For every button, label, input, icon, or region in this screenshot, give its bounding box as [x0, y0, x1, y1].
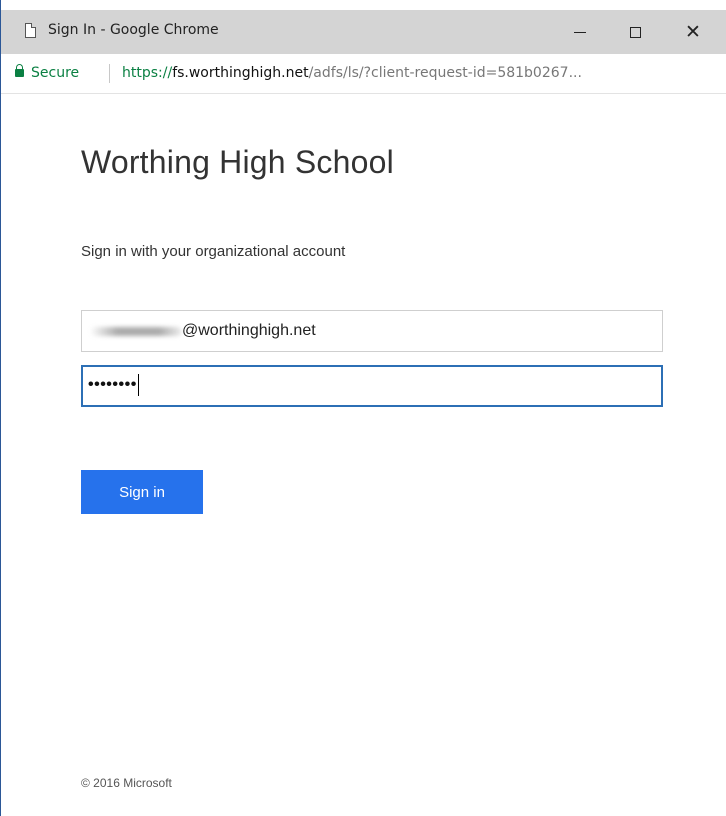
- password-field[interactable]: ••••••••: [81, 365, 663, 407]
- url-host: fs.worthinghigh.net: [172, 65, 309, 81]
- sign-in-page: Worthing High School Sign in with your o…: [1, 94, 726, 816]
- maximize-button[interactable]: [612, 10, 658, 54]
- password-mask: ••••••••: [88, 376, 137, 394]
- browser-window: Sign In - Google Chrome ✕ Secure https:/…: [0, 0, 726, 816]
- page-title: Worthing High School: [81, 144, 394, 180]
- address-separator: [109, 64, 110, 83]
- text-caret: [137, 374, 139, 396]
- url-scheme: https://: [122, 65, 173, 81]
- close-icon: ✕: [685, 20, 701, 43]
- password-value: ••••••••: [88, 374, 139, 396]
- username-field[interactable]: @worthinghigh.net: [81, 310, 663, 352]
- minimize-icon: [574, 31, 586, 33]
- secure-label[interactable]: Secure: [31, 65, 79, 81]
- address-bar[interactable]: Secure https://fs.worthinghigh.net/adfs/…: [1, 54, 726, 94]
- sign-in-subtitle: Sign in with your organizational account: [81, 243, 346, 260]
- sign-in-button[interactable]: Sign in: [81, 470, 203, 514]
- lock-icon[interactable]: [15, 64, 24, 77]
- title-bar[interactable]: Sign In - Google Chrome ✕: [1, 10, 726, 54]
- footer-copyright: © 2016 Microsoft: [81, 776, 172, 790]
- window-title: Sign In - Google Chrome: [48, 22, 219, 38]
- minimize-button[interactable]: [557, 10, 603, 54]
- username-value: @worthinghigh.net: [182, 322, 316, 339]
- url-path: /adfs/ls/?client-request-id=581b0267...: [308, 65, 582, 81]
- close-button[interactable]: ✕: [670, 10, 716, 54]
- maximize-icon: [629, 26, 641, 38]
- page-icon: [25, 23, 36, 38]
- redacted-username: [90, 327, 182, 336]
- url-text[interactable]: https://fs.worthinghigh.net/adfs/ls/?cli…: [122, 65, 582, 81]
